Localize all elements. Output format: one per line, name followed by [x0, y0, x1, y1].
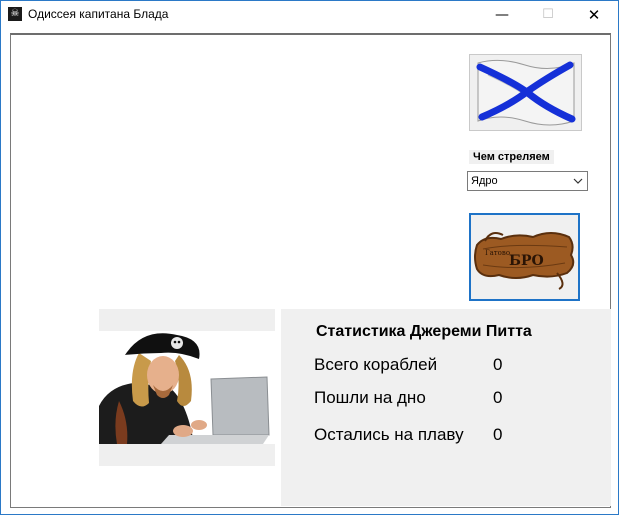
stat-sunk-label: Пошли на дно — [314, 388, 426, 407]
weapon-select[interactable]: Ядро — [467, 171, 588, 191]
minimize-button[interactable]: — — [479, 1, 525, 29]
pirate-flag-icon: ☠ — [8, 7, 22, 21]
maximize-button[interactable]: ☐ — [525, 1, 571, 29]
fire-button-text: БРО — [509, 253, 544, 269]
stat-sunk-value: 0 — [493, 388, 503, 407]
close-button[interactable]: ✕ — [571, 1, 617, 29]
stat-total-ships-value: 0 — [493, 355, 503, 374]
stats-title: Статистика Джереми Питта — [316, 323, 532, 340]
flag-image — [469, 54, 582, 131]
weapon-select-value: Ядро — [471, 175, 498, 187]
stat-afloat-label: Остались на плаву — [314, 425, 464, 444]
fire-button[interactable]: Гатово БРО — [469, 213, 580, 301]
pirate-panel — [99, 309, 275, 466]
fire-button-small-text: Гатово — [485, 249, 510, 257]
weapon-label: Чем стреляем — [469, 150, 554, 164]
stat-total-ships-label: Всего кораблей — [314, 355, 438, 374]
app-window: ☠ Одиссея капитана Блада — ☐ ✕ Чем стрел… — [0, 0, 619, 515]
title-bar[interactable]: ☠ Одиссея капитана Блада — ☐ ✕ — [1, 1, 618, 29]
window-title: Одиссея капитана Блада — [28, 7, 169, 21]
stat-afloat-value: 0 — [493, 425, 503, 444]
pirate-laptop-image — [99, 331, 275, 444]
stats-panel: Статистика Джереми Питта Всего кораблей … — [281, 309, 611, 506]
chevron-down-icon[interactable] — [572, 173, 584, 192]
